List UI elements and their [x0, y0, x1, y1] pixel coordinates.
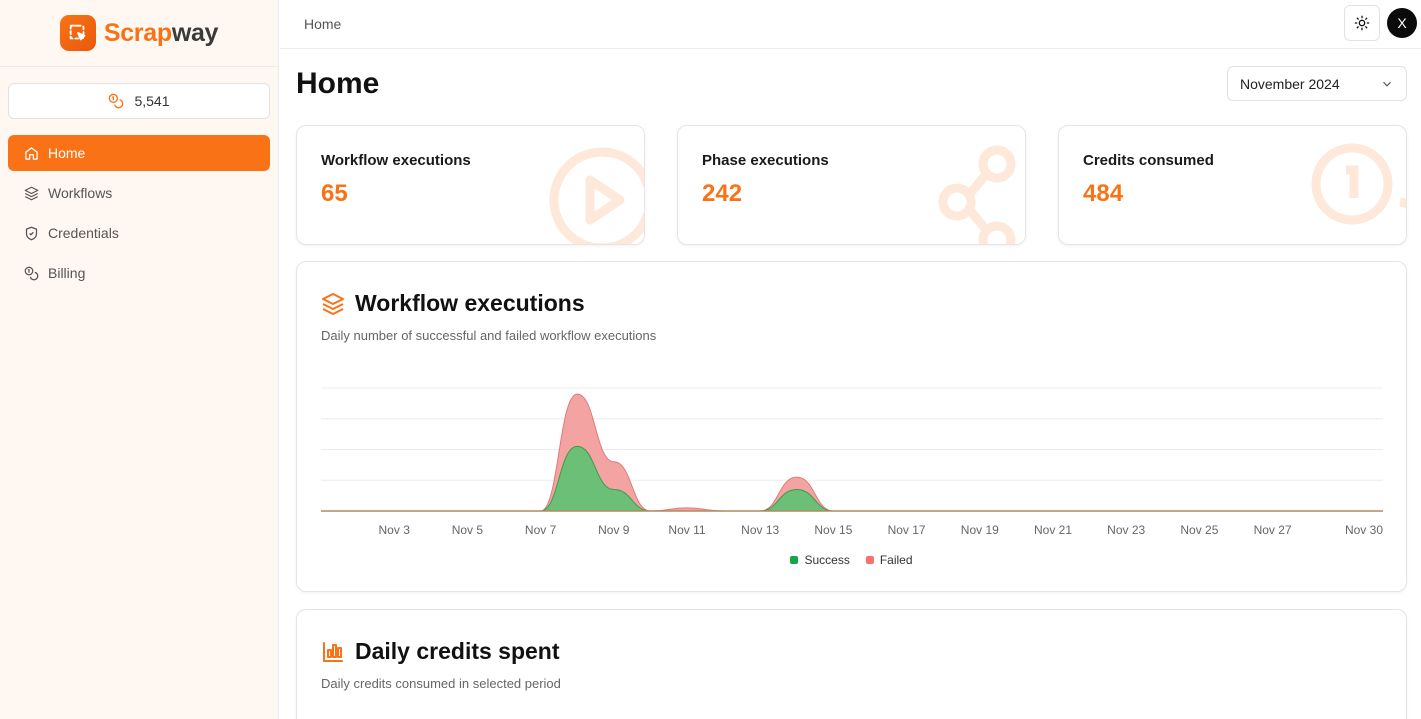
sidebar: Scrapway 5,541 Home Workflows Credential… [0, 0, 279, 719]
play-circle-icon [549, 147, 644, 244]
x-tick-label: Nov 25 [1180, 523, 1218, 537]
bar-chart-icon [323, 641, 343, 662]
x-tick-label: Nov 7 [525, 523, 557, 537]
sidebar-item-label: Credentials [48, 225, 119, 241]
sidebar-nav: Home Workflows Credentials Billing [8, 135, 270, 295]
logo-text-part2: way [171, 18, 219, 47]
sidebar-item-workflows[interactable]: Workflows [8, 175, 270, 211]
sidebar-item-billing[interactable]: Billing [8, 255, 270, 291]
avatar-initial: X [1397, 15, 1407, 31]
card-title: Workflow executions [321, 290, 585, 317]
shield-icon [25, 226, 38, 240]
series-failed-area[interactable] [321, 393, 1383, 512]
stat-value: 242 [702, 180, 743, 207]
x-tick-label: Nov 11 [668, 523, 705, 537]
executions-area-chart[interactable]: Nov 3 Nov 5 Nov 7 Nov 9 Nov 11 Nov 13 Nov 15 No… [321, 372, 1383, 547]
sidebar-item-home[interactable]: Home [8, 135, 270, 171]
coins-icon [1311, 143, 1406, 225]
x-tick-label: Nov 30 [1345, 523, 1383, 537]
share-nodes-icon [938, 145, 1016, 244]
legend-item-failed[interactable]: Failed [865, 553, 913, 567]
chevron-down-icon [1383, 81, 1391, 87]
theme-toggle-button[interactable] [1344, 5, 1380, 41]
daily-credits-card: Daily credits spent Daily credits consum… [296, 609, 1407, 719]
x-tick-label: Nov 17 [888, 523, 926, 537]
logo-icon [59, 15, 96, 51]
period-value: November 2024 [1240, 75, 1340, 92]
stat-label: Workflow executions [321, 152, 471, 169]
x-tick-label: Nov 3 [379, 523, 411, 537]
x-tick-label: Nov 15 [814, 523, 852, 537]
sidebar-item-label: Billing [48, 265, 86, 281]
topbar: Home X [280, 0, 1421, 49]
credits-value: 5,541 [134, 93, 170, 109]
chart-legend: Success Failed [297, 553, 1406, 567]
stat-card-credits-consumed: Credits consumed 484 [1058, 125, 1407, 245]
card-subtitle: Daily number of successful and failed wo… [321, 328, 657, 343]
stat-label: Credits consumed [1083, 152, 1214, 169]
x-tick-label: Nov 27 [1254, 523, 1292, 537]
sun-icon [1354, 15, 1370, 31]
legend-swatch [865, 556, 874, 564]
stat-value: 484 [1083, 180, 1124, 207]
stat-label: Phase executions [702, 152, 829, 169]
logo-text-part1: Scrap [103, 18, 172, 47]
card-title: Daily credits spent [321, 638, 560, 665]
x-tick-label: Nov 9 [598, 523, 630, 537]
stat-value: 65 [321, 180, 348, 207]
sidebar-item-label: Workflows [48, 185, 113, 201]
home-icon [25, 146, 38, 160]
stat-card-workflow-executions: Workflow executions 65 [296, 125, 645, 245]
card-subtitle: Daily credits consumed in selected perio… [321, 676, 561, 691]
breadcrumb[interactable]: Home [304, 16, 341, 32]
workflow-executions-card: Workflow executions Daily number of succ… [296, 261, 1407, 592]
x-tick-label: Nov 5 [452, 523, 484, 537]
breadcrumb-item: Home [304, 16, 342, 32]
x-tick-label: Nov 13 [741, 523, 779, 537]
legend-label: Failed [879, 553, 913, 567]
user-avatar[interactable]: X [1387, 8, 1417, 38]
coins-icon [109, 93, 124, 109]
series-success-area[interactable] [321, 445, 1383, 512]
layers-icon [24, 186, 39, 200]
card-title-text: Workflow executions [355, 290, 585, 316]
page-title: Home [296, 67, 380, 100]
period-select[interactable]: November 2024 [1227, 66, 1407, 101]
legend-item-success[interactable]: Success [790, 553, 850, 567]
x-tick-label: Nov 19 [961, 523, 999, 537]
layers-icon [322, 292, 344, 315]
credits-balance[interactable]: 5,541 [8, 83, 270, 119]
card-title-text: Daily credits spent [355, 638, 560, 664]
coins-icon [24, 266, 39, 280]
x-tick-label: Nov 23 [1107, 523, 1145, 537]
sidebar-item-credentials[interactable]: Credentials [8, 215, 270, 251]
legend-swatch [790, 556, 799, 564]
x-tick-label: Nov 21 [1034, 523, 1072, 537]
sidebar-item-label: Home [48, 145, 86, 161]
stat-card-phase-executions: Phase executions 242 [677, 125, 1026, 245]
logo[interactable]: Scrapway [0, 0, 278, 67]
legend-label: Success [804, 553, 850, 567]
